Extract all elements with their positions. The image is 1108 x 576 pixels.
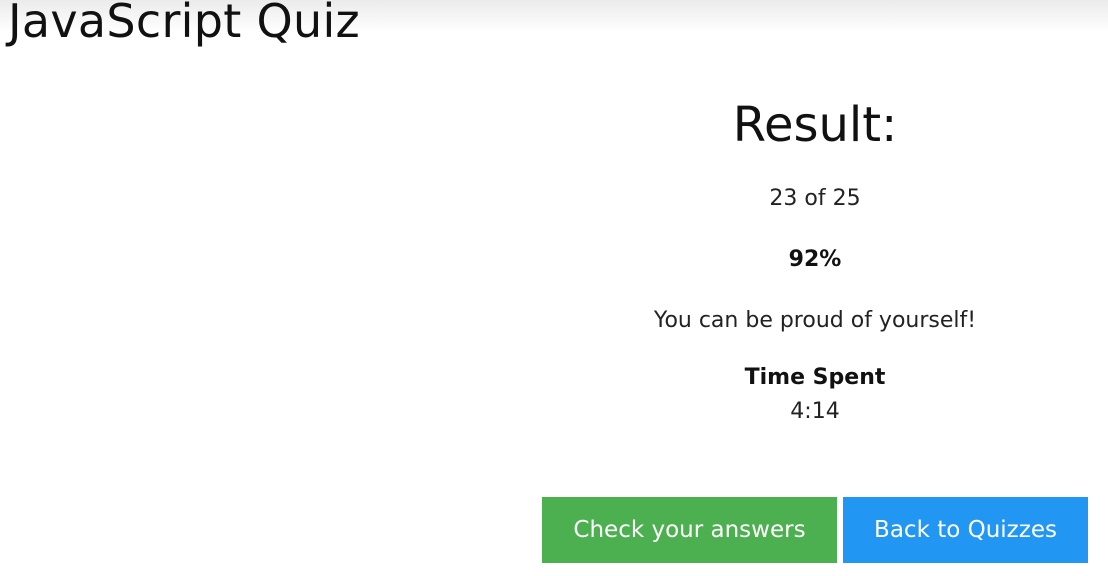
page-title: JavaScript Quiz xyxy=(8,0,360,48)
result-heading: Result: xyxy=(732,97,898,153)
result-message: You can be proud of yourself! xyxy=(653,308,977,333)
result-panel: Result: 23 of 25 92% You can be proud of… xyxy=(542,90,1088,427)
percent-score: 92% xyxy=(788,247,842,272)
back-to-quizzes-button[interactable]: Back to Quizzes xyxy=(843,497,1088,563)
result-actions: Check your answers Back to Quizzes xyxy=(542,497,1088,563)
check-answers-button[interactable]: Check your answers xyxy=(542,497,837,563)
time-spent-label: Time Spent xyxy=(744,365,886,390)
time-spent-value: 4:14 xyxy=(790,399,840,424)
score-text: 23 of 25 xyxy=(769,186,861,211)
quiz-result-page: JavaScript Quiz Result: 23 of 25 92% You… xyxy=(0,0,1108,576)
